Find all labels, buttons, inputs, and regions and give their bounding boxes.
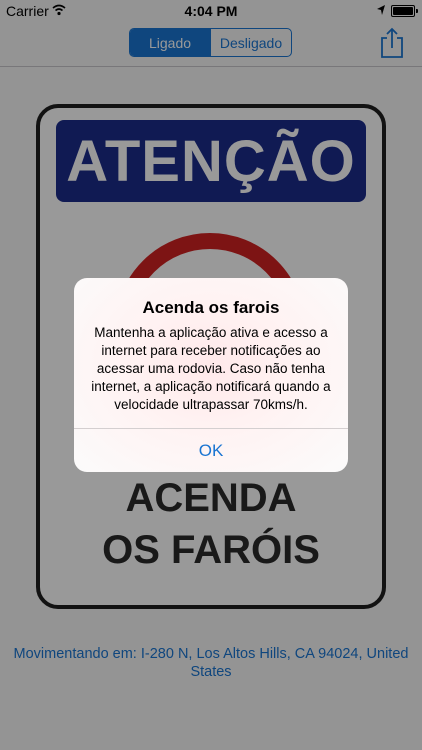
alert-ok-button[interactable]: OK [74,429,348,472]
alert-title: Acenda os farois [142,298,280,317]
alert-message: Mantenha a aplicação ativa e acesso a in… [91,325,331,412]
alert-dialog: Acenda os farois Mantenha a aplicação at… [74,278,348,472]
